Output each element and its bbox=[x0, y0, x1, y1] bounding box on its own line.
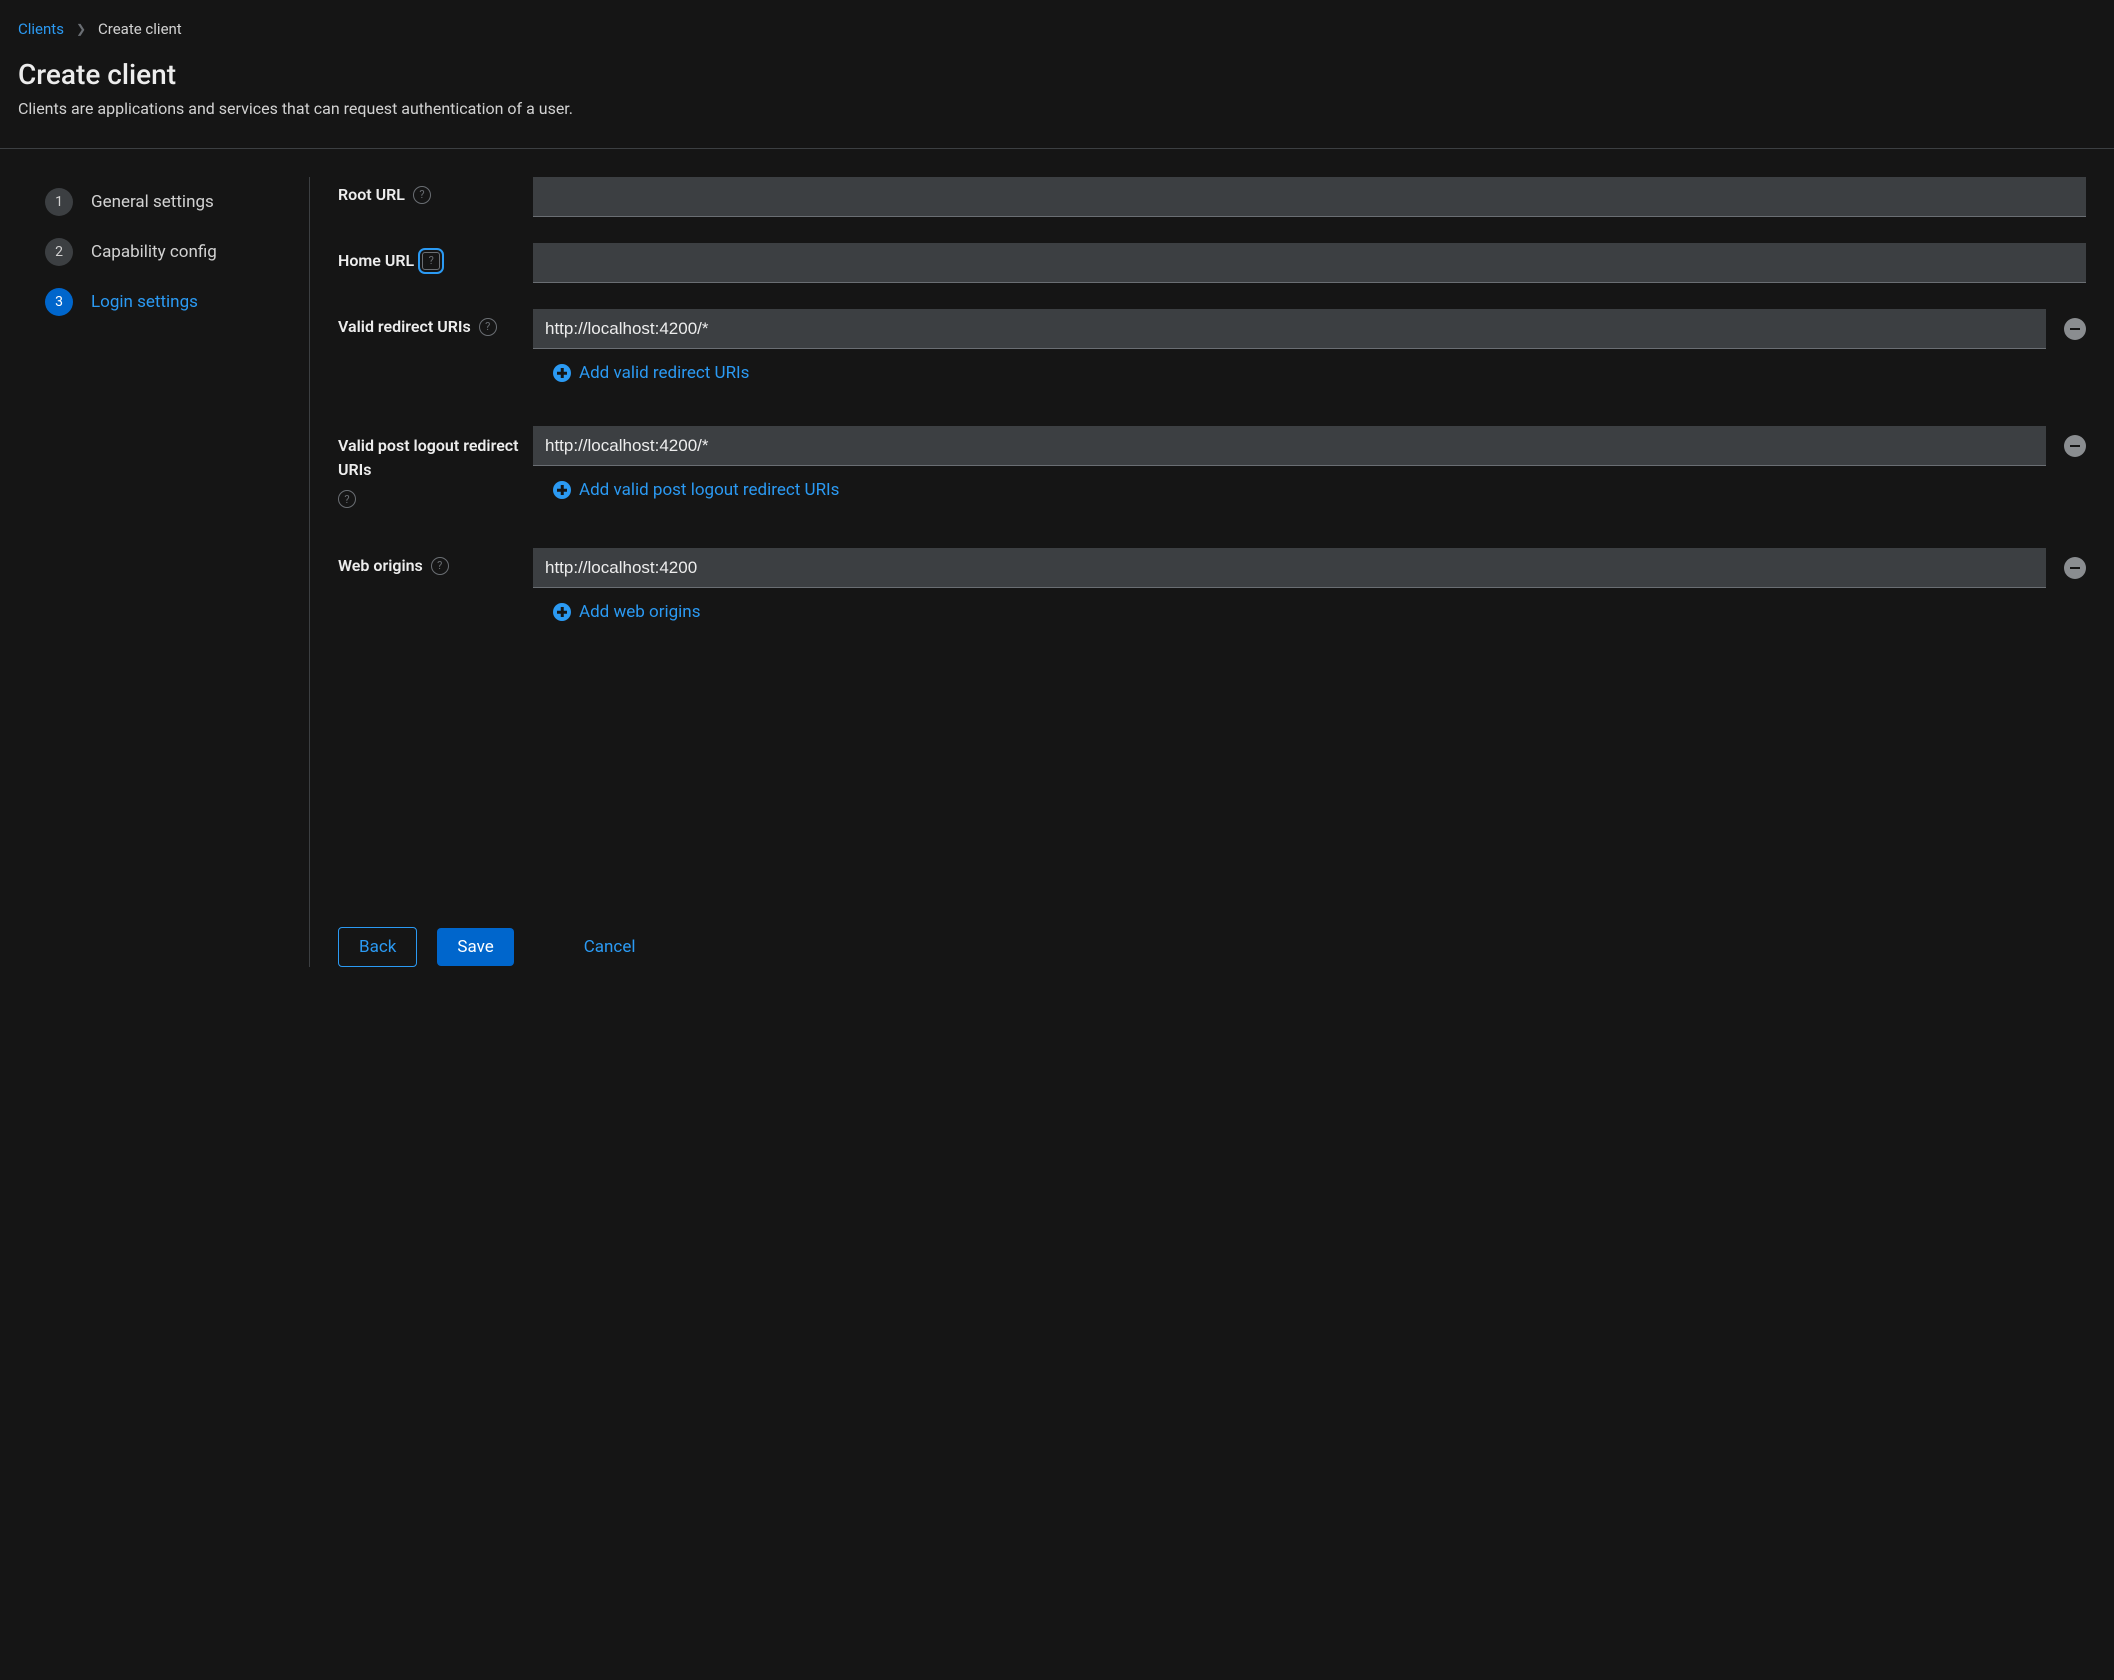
back-button[interactable]: Back bbox=[338, 927, 417, 967]
step-number-3: 3 bbox=[45, 288, 73, 316]
add-valid-redirect-uris-button[interactable]: Add valid redirect URIs bbox=[533, 363, 749, 383]
chevron-right-icon: ❯ bbox=[76, 22, 86, 36]
plus-circle-icon bbox=[553, 603, 571, 621]
step-label-capability-config: Capability config bbox=[91, 242, 217, 262]
save-button[interactable]: Save bbox=[437, 928, 513, 966]
help-icon[interactable]: ? bbox=[338, 490, 356, 508]
breadcrumb-clients-link[interactable]: Clients bbox=[18, 20, 64, 38]
step-label-login-settings: Login settings bbox=[91, 292, 198, 312]
home-url-label: Home URL bbox=[338, 251, 414, 270]
page-title: Create client bbox=[18, 58, 2096, 91]
wizard-footer: Back Save Cancel bbox=[338, 887, 2086, 967]
plus-circle-icon bbox=[553, 364, 571, 382]
web-origin-input[interactable] bbox=[533, 548, 2046, 588]
valid-post-logout-redirect-uris-label: Valid post logout redirect URIs bbox=[338, 434, 533, 482]
page-description: Clients are applications and services th… bbox=[18, 99, 2096, 118]
remove-icon[interactable] bbox=[2064, 557, 2086, 579]
help-icon[interactable]: ? bbox=[431, 557, 449, 575]
add-valid-post-logout-redirect-uris-label: Add valid post logout redirect URIs bbox=[579, 480, 839, 500]
help-icon[interactable]: ? bbox=[422, 252, 440, 270]
root-url-label: Root URL bbox=[338, 185, 405, 204]
valid-post-logout-redirect-uri-input[interactable] bbox=[533, 426, 2046, 466]
add-web-origins-label: Add web origins bbox=[579, 602, 700, 622]
step-number-2: 2 bbox=[45, 238, 73, 266]
wizard-nav: 1 General settings 2 Capability config 3… bbox=[0, 177, 310, 967]
wizard-step-general-settings[interactable]: 1 General settings bbox=[45, 177, 279, 227]
breadcrumb: Clients ❯ Create client bbox=[18, 20, 2096, 38]
home-url-input[interactable] bbox=[533, 243, 2086, 283]
valid-redirect-uris-label: Valid redirect URIs bbox=[338, 317, 471, 336]
root-url-input[interactable] bbox=[533, 177, 2086, 217]
add-valid-post-logout-redirect-uris-button[interactable]: Add valid post logout redirect URIs bbox=[533, 480, 839, 500]
add-valid-redirect-uris-label: Add valid redirect URIs bbox=[579, 363, 749, 383]
remove-icon[interactable] bbox=[2064, 318, 2086, 340]
step-number-1: 1 bbox=[45, 188, 73, 216]
web-origins-label: Web origins bbox=[338, 556, 423, 575]
valid-redirect-uri-input[interactable] bbox=[533, 309, 2046, 349]
remove-icon[interactable] bbox=[2064, 435, 2086, 457]
breadcrumb-current: Create client bbox=[98, 20, 182, 38]
wizard-step-capability-config[interactable]: 2 Capability config bbox=[45, 227, 279, 277]
plus-circle-icon bbox=[553, 481, 571, 499]
cancel-button[interactable]: Cancel bbox=[584, 928, 636, 966]
help-icon[interactable]: ? bbox=[479, 318, 497, 336]
wizard-step-login-settings[interactable]: 3 Login settings bbox=[45, 277, 279, 327]
step-label-general-settings: General settings bbox=[91, 192, 214, 212]
help-icon[interactable]: ? bbox=[413, 186, 431, 204]
add-web-origins-button[interactable]: Add web origins bbox=[533, 602, 700, 622]
